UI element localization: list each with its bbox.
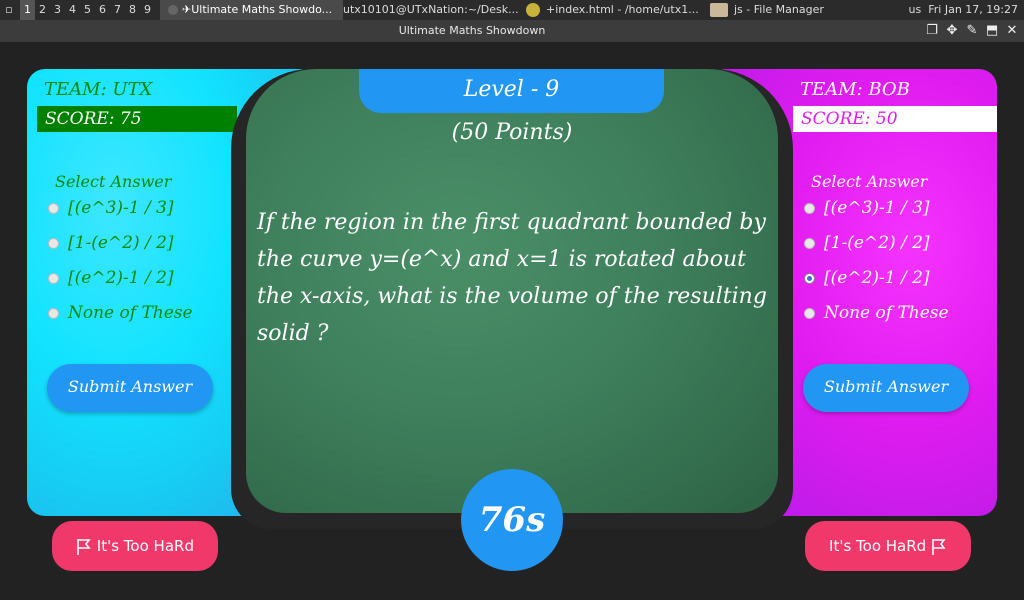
menu-icon[interactable]: ▫	[0, 0, 18, 20]
too-hard-button-right[interactable]: It's Too HaRd	[805, 521, 971, 571]
radio-left-2[interactable]	[48, 238, 59, 249]
window-title-bar[interactable]: Ultimate Maths Showdown ❐ ✥ ✎ ⬒ ✕	[0, 20, 1024, 42]
score-right: SCORE: 50	[793, 106, 997, 132]
task-browser[interactable]: ✈Ultimate Maths Showdo...	[160, 0, 343, 20]
option-left-2-label: [1-(e^2) / 2]	[68, 233, 174, 253]
radio-right-1[interactable]	[804, 203, 815, 214]
option-right-2-label: [1-(e^2) / 2]	[824, 233, 930, 253]
radio-left-1[interactable]	[48, 203, 59, 214]
option-right-4-label: None of These	[824, 303, 949, 323]
workspace-3[interactable]: 3	[50, 0, 65, 20]
points-label: (50 Points)	[451, 120, 573, 145]
task-editor-label: +index.html - /home/utx1...	[546, 3, 699, 16]
workspace-5[interactable]: 5	[80, 0, 95, 20]
workspace-7[interactable]: 7	[110, 0, 125, 20]
radio-left-3[interactable]	[48, 273, 59, 284]
option-right-3-label: [(e^2)-1 / 2]	[824, 268, 930, 288]
pin-icon[interactable]: ✎	[964, 23, 980, 39]
game-area: TEAM: UTX SCORE: 75 Select Answer [(e^3)…	[0, 42, 1024, 600]
radio-right-4[interactable]	[804, 308, 815, 319]
submit-button-left[interactable]: Submit Answer	[47, 364, 213, 412]
editor-icon	[526, 3, 540, 17]
window-title: Ultimate Maths Showdown	[398, 24, 546, 37]
task-browser-label: ✈Ultimate Maths Showdo...	[182, 3, 333, 16]
workspace-2[interactable]: 2	[35, 0, 50, 20]
team-name-right: TEAM: BOB	[800, 79, 910, 100]
workspace-8[interactable]: 8	[125, 0, 140, 20]
keyboard-layout[interactable]: us	[909, 3, 922, 16]
question-text: If the region in the first quadrant boun…	[257, 210, 767, 346]
close-icon[interactable]: ✕	[1004, 23, 1020, 39]
radio-left-4[interactable]	[48, 308, 59, 319]
team-name-left: TEAM: UTX	[44, 79, 153, 100]
option-left-1-label: [(e^3)-1 / 3]	[68, 198, 174, 218]
too-hard-label-right: It's Too HaRd	[829, 537, 927, 555]
flag-icon	[932, 538, 946, 555]
option-right-1-label: [(e^3)-1 / 3]	[824, 198, 930, 218]
maximize-icon[interactable]: ⬒	[984, 23, 1000, 39]
workspace-6[interactable]: 6	[95, 0, 110, 20]
select-answer-title-right: Select Answer	[811, 172, 928, 191]
browser-icon	[168, 5, 178, 15]
option-left-3-label: [(e^2)-1 / 2]	[68, 268, 174, 288]
clock-text: Fri Jan 17, 19:27	[928, 3, 1018, 16]
folder-icon	[710, 3, 728, 17]
score-left: SCORE: 75	[37, 106, 237, 132]
task-file-manager[interactable]: js - File Manager	[710, 0, 880, 20]
option-left-4-label: None of These	[68, 303, 193, 323]
too-hard-button-left[interactable]: It's Too HaRd	[52, 521, 218, 571]
workspace-9[interactable]: 9	[140, 0, 155, 20]
clock[interactable]: us Fri Jan 17, 19:27	[909, 0, 1018, 20]
task-editor[interactable]: +index.html - /home/utx1...	[526, 0, 706, 20]
taskbar: ▫ 1 2 3 4 5 6 7 8 9 ✈Ultimate Maths Show…	[0, 0, 1024, 20]
submit-button-right[interactable]: Submit Answer	[803, 364, 969, 412]
flag-icon	[77, 538, 91, 555]
workspace-4[interactable]: 4	[65, 0, 80, 20]
timer: 76s	[461, 469, 563, 571]
too-hard-label-left: It's Too HaRd	[96, 537, 194, 555]
level-banner: Level - 9	[359, 69, 664, 113]
task-file-manager-label: js - File Manager	[734, 3, 824, 16]
workspace-1[interactable]: 1	[20, 0, 35, 20]
move-icon[interactable]: ✥	[944, 23, 960, 39]
restore-icon[interactable]: ❐	[924, 23, 940, 39]
select-answer-title-left: Select Answer	[55, 172, 172, 191]
radio-right-3[interactable]	[804, 273, 815, 284]
task-terminal[interactable]: utx10101@UTxNation:~/Desk...	[338, 0, 526, 20]
radio-right-2[interactable]	[804, 238, 815, 249]
